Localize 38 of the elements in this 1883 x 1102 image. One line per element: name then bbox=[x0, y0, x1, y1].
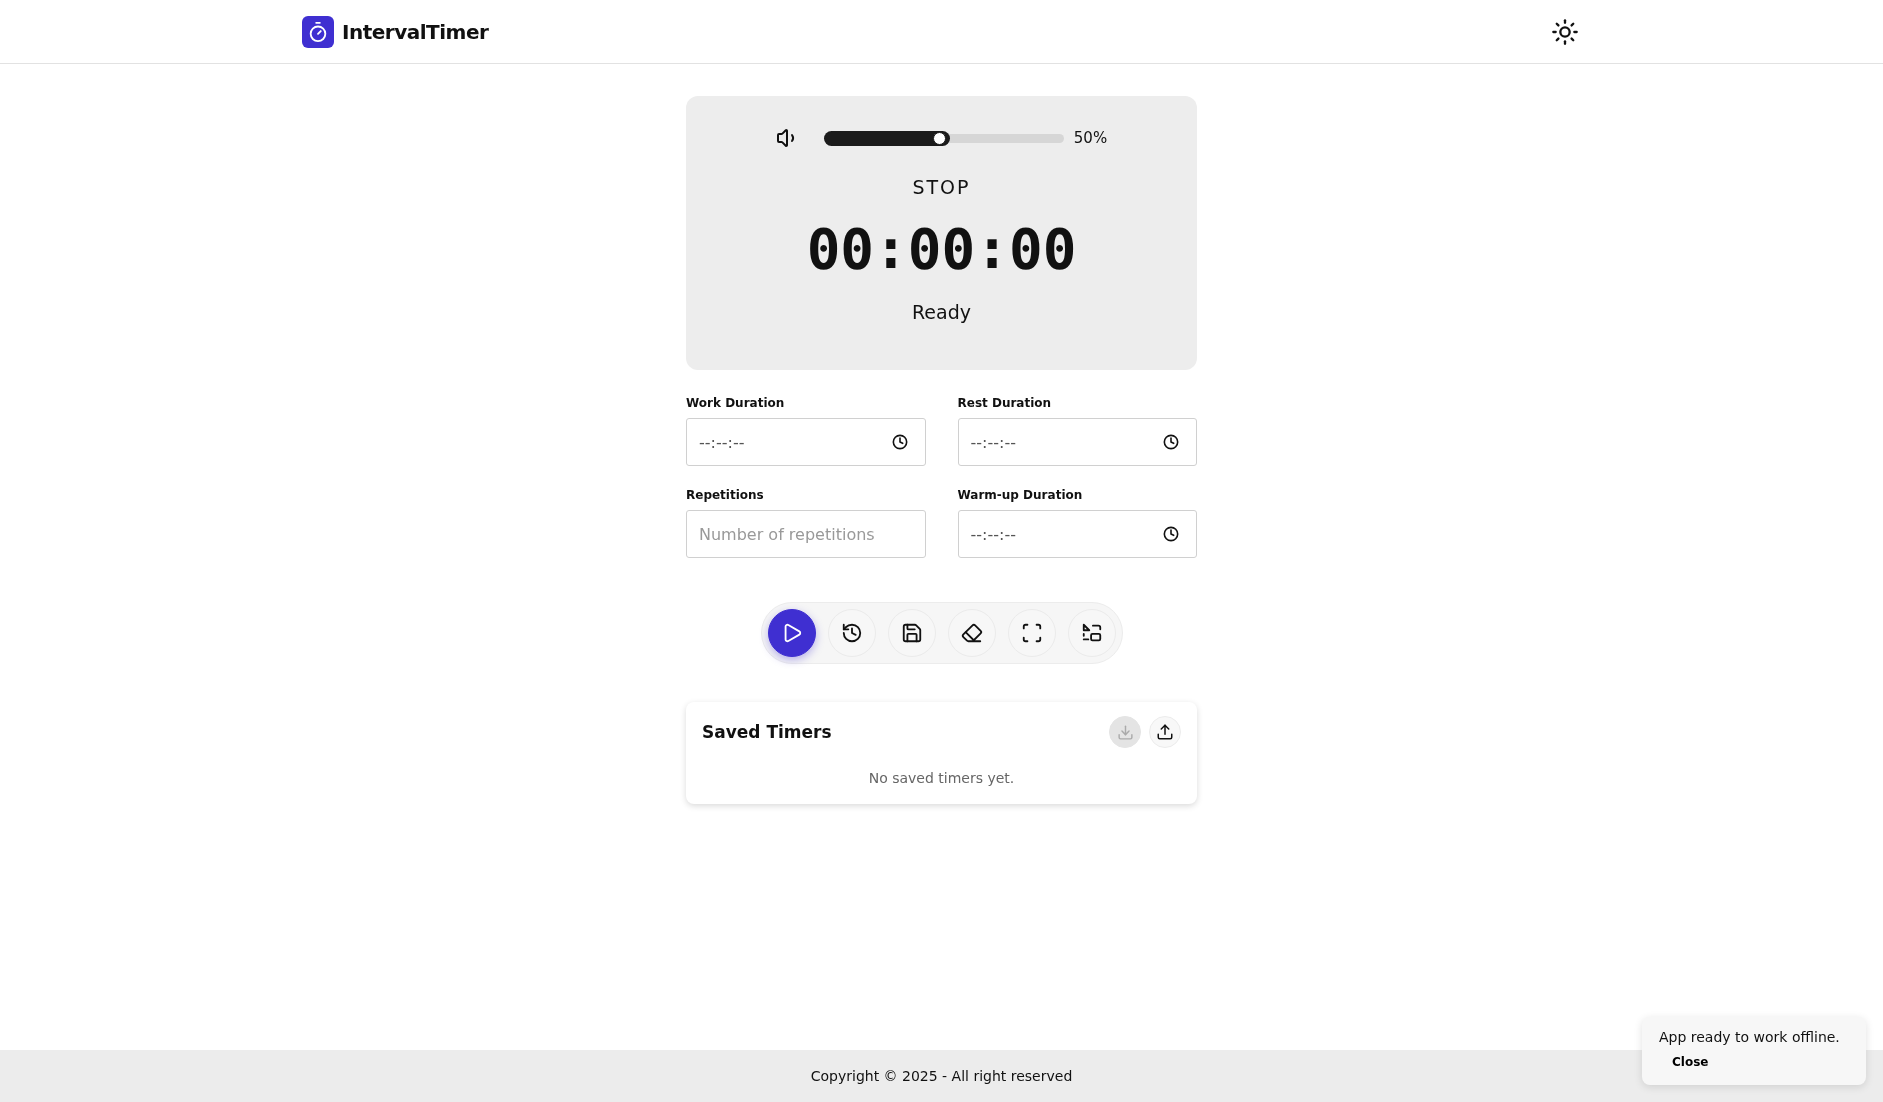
arrow-into-box-icon bbox=[1080, 622, 1103, 644]
empty-message: No saved timers yet. bbox=[867, 770, 1016, 786]
upload-icon bbox=[1156, 723, 1174, 741]
fullscreen-icon bbox=[1020, 622, 1043, 644]
fullscreen-button[interactable] bbox=[1007, 609, 1056, 657]
field-label: Rest Duration bbox=[957, 396, 1053, 410]
field-label: Repetitions bbox=[686, 488, 765, 502]
saved-timers-title: Saved Timers bbox=[702, 722, 832, 742]
app-name: IntervalTimer bbox=[342, 19, 489, 44]
history-icon bbox=[840, 622, 863, 644]
time-input[interactable]: --:--:-- bbox=[957, 418, 1197, 466]
toast-message: App ready to work offline. bbox=[1659, 1029, 1841, 1045]
eraser-icon bbox=[960, 622, 983, 644]
sun-icon bbox=[1551, 17, 1579, 46]
volume-slider[interactable] bbox=[823, 133, 1064, 143]
save-icon bbox=[900, 622, 923, 644]
download-icon bbox=[1116, 723, 1134, 741]
clock-icon bbox=[1163, 526, 1179, 542]
time-input[interactable]: --:--:-- bbox=[957, 510, 1197, 558]
picture-in-picture-button[interactable] bbox=[1067, 609, 1116, 657]
field-label: Work Duration bbox=[686, 396, 786, 410]
eraser-button[interactable] bbox=[947, 609, 996, 657]
upload-button[interactable] bbox=[1149, 716, 1181, 748]
clock-icon bbox=[891, 434, 908, 450]
close-button[interactable]: Close bbox=[1659, 1051, 1722, 1073]
copyright-text: Copyright © 2025 - All right reserved bbox=[810, 1068, 1073, 1084]
field-label: Warm-up Duration bbox=[957, 488, 1084, 502]
history-button[interactable] bbox=[827, 609, 876, 657]
app-logo bbox=[302, 15, 334, 48]
clock-icon bbox=[1163, 434, 1179, 450]
volume-reading: 50% bbox=[1073, 129, 1108, 147]
phase-label: STOP bbox=[912, 176, 971, 198]
status-text: Ready bbox=[912, 301, 971, 323]
save-button[interactable] bbox=[887, 609, 936, 657]
play-button[interactable] bbox=[767, 609, 816, 657]
number-input[interactable]: Number of repetitions bbox=[686, 510, 926, 558]
time-input[interactable]: --:--:-- bbox=[686, 418, 926, 466]
timer-display: 00:00:00 bbox=[806, 216, 1077, 281]
